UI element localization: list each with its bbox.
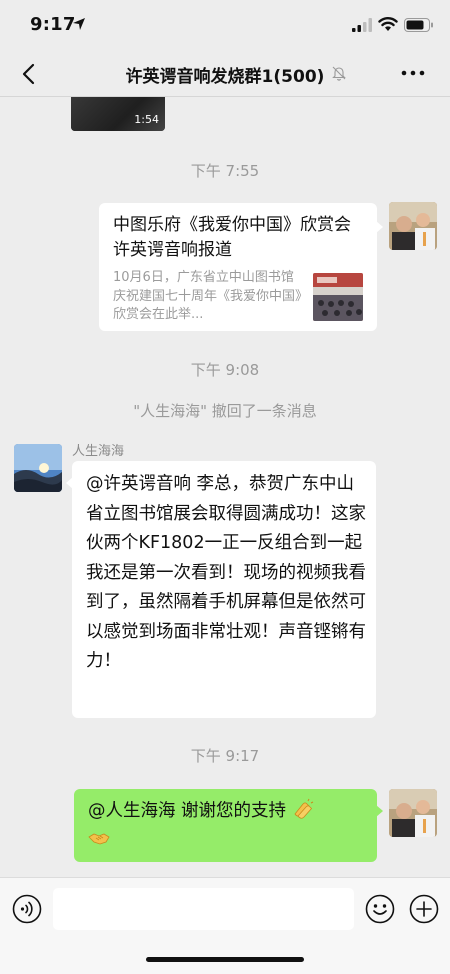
more-options-icon[interactable] bbox=[400, 66, 426, 80]
link-card-message[interactable]: 中图乐府《我爱你中国》欣赏会许英谔音响报道 10月6日，广东省立中山图书馆庆祝建… bbox=[99, 203, 383, 331]
timestamp-1: 下午 7:55 bbox=[190, 162, 260, 180]
battery-icon bbox=[404, 18, 433, 32]
more-functions-plus-icon[interactable] bbox=[409, 894, 439, 924]
video-message[interactable]: 1:54 bbox=[71, 97, 165, 131]
timestamp-2: 下午 9:08 bbox=[190, 361, 260, 379]
peer-avatar[interactable] bbox=[14, 444, 62, 492]
outgoing-message-text: @人生海海 谢谢您的支持 bbox=[88, 801, 287, 821]
incoming-message-bubble[interactable]: @许英谔音响 李总，恭贺广东中山省立图书馆展会取得圆满成功！这家伙两个KF180… bbox=[66, 461, 376, 718]
chat-header: 许英谔音响发烧群1(500) bbox=[0, 52, 450, 97]
link-card-title: 中图乐府《我爱你中国》欣赏会许英谔音响报道 bbox=[113, 215, 351, 260]
outgoing-message-line: @人生海海 谢谢您的支持 bbox=[88, 797, 368, 855]
link-card-thumbnail bbox=[313, 273, 363, 321]
wifi-icon bbox=[378, 17, 398, 31]
link-card-description: 10月6日，广东省立中山图书馆庆祝建国七十周年《我爱你中国》欣赏会在此举... bbox=[113, 270, 302, 322]
message-list[interactable]: 1:54 下午 7:55 中图乐府《我爱你中国》欣赏会许英谔音响报道 10月6日… bbox=[0, 97, 450, 877]
my-avatar[interactable] bbox=[389, 789, 437, 837]
message-input[interactable] bbox=[53, 888, 354, 930]
peer-name: 人生海海 bbox=[72, 444, 125, 459]
status-time: 9:17 bbox=[30, 14, 76, 35]
chat-title: 许英谔音响发烧群1(500) bbox=[125, 67, 325, 87]
clapping-hands-emoji-icon bbox=[294, 798, 313, 819]
voice-input-icon[interactable] bbox=[12, 894, 42, 924]
video-duration: 1:54 bbox=[134, 113, 159, 126]
home-indicator bbox=[146, 957, 304, 962]
emoji-picker-icon[interactable] bbox=[365, 894, 395, 924]
cellular-signal-icon bbox=[352, 18, 372, 32]
timestamp-3: 下午 9:17 bbox=[190, 747, 260, 765]
outgoing-message-bubble[interactable]: @人生海海 谢谢您的支持 bbox=[74, 789, 383, 862]
mute-bell-icon bbox=[332, 66, 346, 81]
my-avatar[interactable] bbox=[389, 202, 437, 250]
status-bar: 9:17 bbox=[0, 0, 450, 52]
recall-notice: "人生海海" 撤回了一条消息 bbox=[133, 402, 317, 420]
location-arrow-icon bbox=[73, 18, 85, 30]
handshake-emoji-icon bbox=[88, 833, 110, 845]
incoming-message-text: @许英谔音响 李总，恭贺广东中山省立图书馆展会取得圆满成功！这家伙两个KF180… bbox=[86, 474, 366, 671]
